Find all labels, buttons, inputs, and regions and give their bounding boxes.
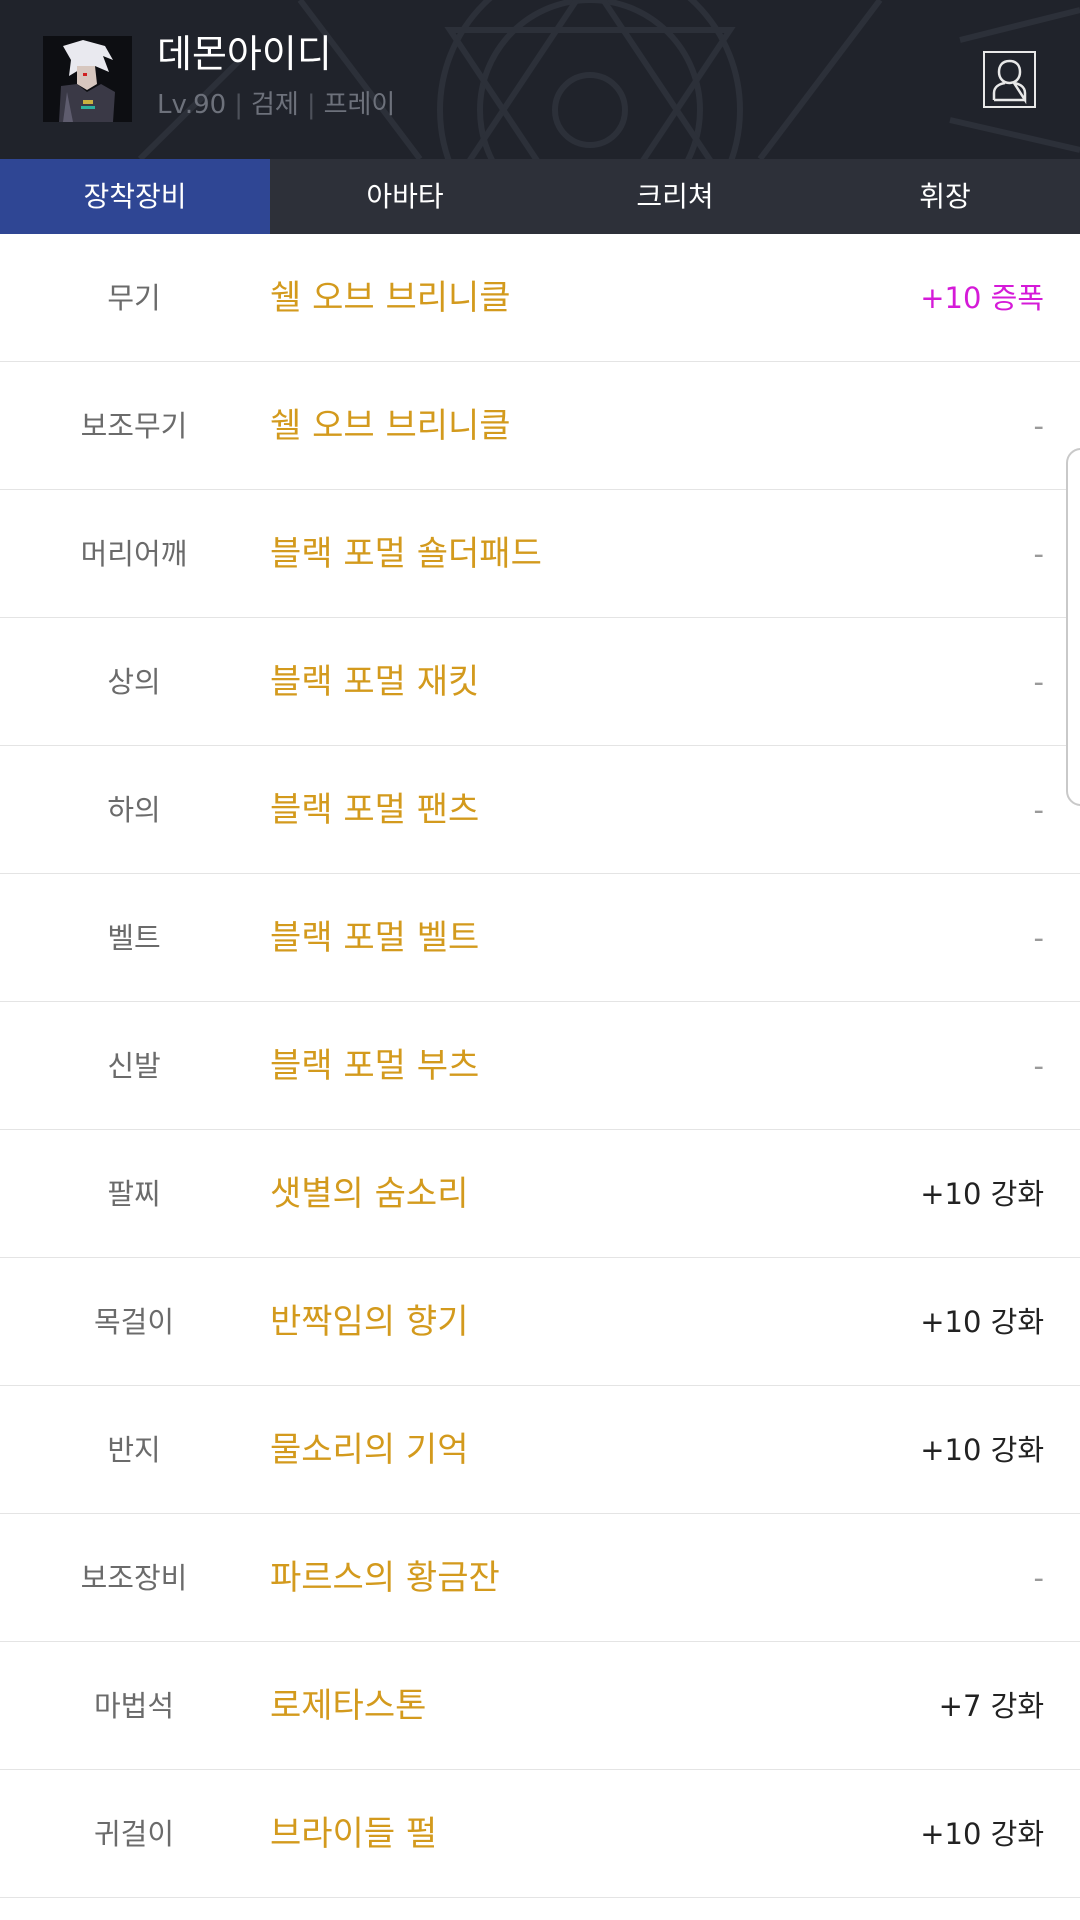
magic-circle-background: [137, 0, 1080, 159]
slot-label: 반지: [107, 1433, 161, 1467]
equipment-row-top[interactable]: 상의 블랙 포멀 재킷 -: [0, 618, 1080, 746]
enhance-value: -: [1033, 537, 1044, 571]
character-info: Lv.90 | 검제 | 프레이: [157, 88, 395, 122]
slot-label: 신발: [107, 1049, 161, 1083]
slot-label: 마법석: [93, 1689, 175, 1723]
enhance-value: +10 강화: [920, 1305, 1044, 1339]
equipment-row-shoes[interactable]: 신발 블랙 포멀 부츠 -: [0, 1002, 1080, 1130]
equipment-row-earring[interactable]: 귀걸이 브라이들 펄 +10 강화: [0, 1770, 1080, 1898]
character-name: 데몬아이디: [157, 32, 332, 76]
item-name: 쉘 오브 브리니클: [270, 406, 511, 446]
character-level: Lv.90: [157, 90, 227, 120]
equipment-row-belt[interactable]: 벨트 블랙 포멀 벨트 -: [0, 874, 1080, 1002]
character-server: 프레이: [323, 90, 396, 120]
equipment-row-ring[interactable]: 반지 물소리의 기억 +10 강화: [0, 1386, 1080, 1514]
enhance-value: +7 강화: [938, 1689, 1044, 1723]
profile-button[interactable]: [983, 51, 1036, 108]
character-header: 데몬아이디 Lv.90 | 검제 | 프레이: [0, 0, 1080, 159]
item-name: 반짝임의 향기: [270, 1302, 469, 1342]
item-name: 브라이들 펄: [270, 1814, 438, 1854]
slot-label: 벨트: [107, 921, 161, 955]
slot-label: 보조무기: [80, 409, 188, 443]
info-separator: |: [234, 90, 243, 120]
equipment-row-weapon[interactable]: 무기 쉘 오브 브리니클 +10 증폭: [0, 234, 1080, 362]
character-job: 검제: [250, 90, 299, 120]
enhance-value: -: [1033, 665, 1044, 699]
character-avatar: [43, 36, 132, 122]
item-name: 블랙 포멀 재킷: [270, 662, 480, 702]
slot-label: 머리어깨: [80, 537, 188, 571]
user-icon: [992, 59, 1027, 105]
equipment-list: 무기 쉘 오브 브리니클 +10 증폭 보조무기 쉘 오브 브리니클 - 머리어…: [0, 234, 1080, 1898]
slot-label: 하의: [107, 793, 161, 827]
enhance-value: +10 강화: [920, 1817, 1044, 1851]
tab-avatar[interactable]: 아바타: [270, 159, 540, 234]
equipment-row-necklace[interactable]: 목걸이 반짝임의 향기 +10 강화: [0, 1258, 1080, 1386]
item-name: 파르스의 황금잔: [270, 1558, 500, 1598]
item-name: 로제타스톤: [270, 1686, 427, 1726]
item-name: 쉘 오브 브리니클: [270, 278, 511, 318]
item-name: 샛별의 숨소리: [270, 1174, 469, 1214]
item-name: 블랙 포멀 벨트: [270, 918, 480, 958]
slot-label: 목걸이: [93, 1305, 175, 1339]
enhance-value: -: [1033, 1049, 1044, 1083]
enhance-value: +10 강화: [920, 1433, 1044, 1467]
tab-emblem[interactable]: 휘장: [810, 159, 1080, 234]
edge-panel-handle[interactable]: [1066, 448, 1080, 806]
enhance-value: -: [1033, 1561, 1044, 1595]
equipment-row-bottom[interactable]: 하의 블랙 포멀 팬츠 -: [0, 746, 1080, 874]
enhance-value: +10 증폭: [920, 281, 1044, 315]
enhance-value: -: [1033, 409, 1044, 443]
tab-equipped-gear[interactable]: 장착장비: [0, 159, 270, 234]
slot-label: 귀걸이: [93, 1817, 175, 1851]
equipment-row-sub-weapon[interactable]: 보조무기 쉘 오브 브리니클 -: [0, 362, 1080, 490]
slot-label: 팔찌: [107, 1177, 161, 1211]
item-name: 블랙 포멀 부츠: [270, 1046, 480, 1086]
slot-label: 무기: [107, 281, 161, 315]
slot-label: 보조장비: [80, 1561, 188, 1595]
character-sprite-icon: [43, 36, 132, 122]
enhance-value: -: [1033, 921, 1044, 955]
item-name: 블랙 포멀 팬츠: [270, 790, 480, 830]
character-equipment-page: 데몬아이디 Lv.90 | 검제 | 프레이 장착장비 아바타 크리쳐 휘장 무기 쉘 …: [0, 0, 1080, 1920]
equipment-row-support[interactable]: 보조장비 파르스의 황금잔 -: [0, 1514, 1080, 1642]
equipment-row-magic-stone[interactable]: 마법석 로제타스톤 +7 강화: [0, 1642, 1080, 1770]
enhance-value: -: [1033, 793, 1044, 827]
tab-creature[interactable]: 크리쳐: [540, 159, 810, 234]
item-name: 블랙 포멀 숄더패드: [270, 534, 542, 574]
info-separator: |: [306, 90, 316, 120]
equipment-row-shoulder[interactable]: 머리어깨 블랙 포멀 숄더패드 -: [0, 490, 1080, 618]
slot-label: 상의: [107, 665, 161, 699]
equipment-row-bracelet[interactable]: 팔찌 샛별의 숨소리 +10 강화: [0, 1130, 1080, 1258]
enhance-value: +10 강화: [920, 1177, 1044, 1211]
item-name: 물소리의 기억: [270, 1430, 469, 1470]
equipment-tabs: 장착장비 아바타 크리쳐 휘장: [0, 159, 1080, 234]
